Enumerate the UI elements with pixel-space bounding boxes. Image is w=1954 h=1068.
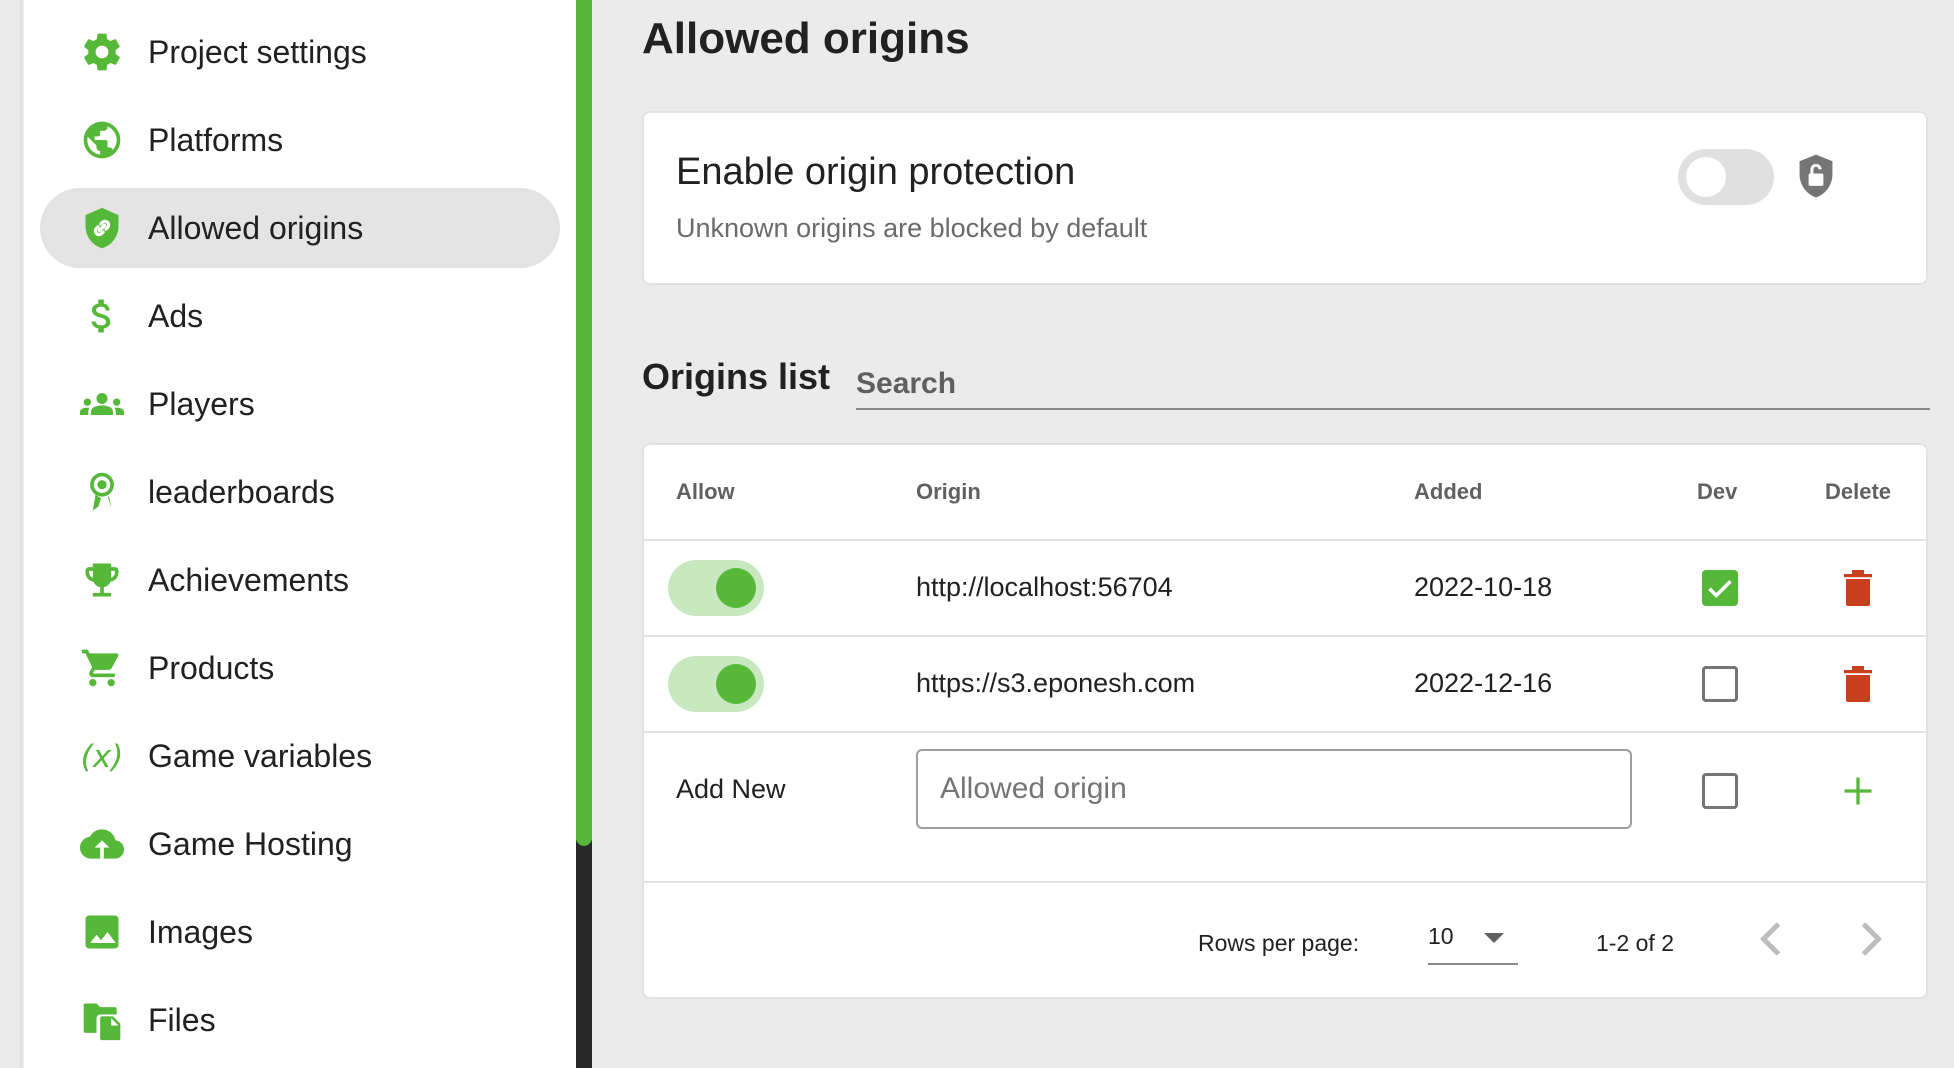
toggle-knob <box>1686 157 1726 197</box>
cart-icon <box>80 646 124 690</box>
sidebar-item-achievements[interactable]: Achievements <box>40 540 560 620</box>
pagination-range: 1-2 of 2 <box>1596 930 1674 956</box>
sidebar-item-label: Images <box>148 913 253 950</box>
globe-icon <box>80 118 124 162</box>
previous-page-button[interactable] <box>1756 919 1786 959</box>
added-cell: 2022-12-16 <box>1414 668 1553 698</box>
sidebar-item-allowed-origins[interactable]: Allowed origins <box>40 188 560 268</box>
main-content: Allowed origins Enable origin protection… <box>592 0 1954 1068</box>
sidebar-item-label: Game variables <box>148 737 373 774</box>
delete-button[interactable] <box>1844 570 1872 606</box>
sidebar-item-images[interactable]: Images <box>40 892 560 972</box>
origins-list-title: Origins list <box>642 356 831 397</box>
origin-cell: https://s3.eponesh.com <box>916 668 1196 698</box>
divider <box>644 881 1926 883</box>
column-header-added: Added <box>1414 479 1483 504</box>
sidebar-item-label: Files <box>148 1001 216 1038</box>
toggle-knob <box>716 568 756 608</box>
sidebar-item-label: Project settings <box>148 33 367 70</box>
scrollbar-thumb[interactable] <box>576 0 592 846</box>
sidebar-item-project-settings[interactable]: Project settings <box>40 12 560 92</box>
trash-icon <box>1844 666 1872 702</box>
left-edge <box>0 0 22 1068</box>
shield-unlock-icon <box>1796 153 1836 199</box>
sidebar-item-game-hosting[interactable]: Game Hosting <box>40 804 560 884</box>
sidebar-scrollbar[interactable] <box>576 0 592 1068</box>
trophy-icon <box>80 558 124 602</box>
image-icon <box>80 910 124 954</box>
group-icon <box>80 382 124 426</box>
search-input[interactable] <box>856 360 1930 410</box>
column-header-delete: Delete <box>1825 479 1892 504</box>
protection-title: Enable origin protection <box>676 151 1076 193</box>
allow-toggle[interactable] <box>668 656 764 712</box>
sidebar-item-products[interactable]: Products <box>40 628 560 708</box>
caret-down-icon <box>1484 933 1504 943</box>
origin-cell: http://localhost:56704 <box>916 572 1173 602</box>
sidebar-item-players[interactable]: Players <box>40 364 560 444</box>
toggle-knob <box>716 664 756 704</box>
rows-per-page-select[interactable]: 10 <box>1428 919 1518 965</box>
sidebar-item-label: leaderboards <box>148 473 335 510</box>
sidebar-item-label: Platforms <box>148 121 284 158</box>
origin-protection-card: Enable origin protection Unknown origins… <box>642 111 1928 285</box>
sidebar-item-platforms[interactable]: Platforms <box>40 100 560 180</box>
added-cell: 2022-10-18 <box>1414 572 1553 602</box>
sidebar-item-label: Players <box>148 385 255 422</box>
dev-checkbox[interactable] <box>1702 570 1738 606</box>
dev-checkbox[interactable] <box>1702 666 1738 702</box>
chevron-right-icon <box>1861 922 1883 956</box>
plus-icon <box>1844 777 1872 805</box>
column-header-origin: Origin <box>916 479 981 504</box>
allow-toggle[interactable] <box>668 560 764 616</box>
check-icon <box>1708 579 1732 599</box>
sidebar-item-label: Game Hosting <box>148 825 353 862</box>
divider <box>644 731 1926 733</box>
divider <box>644 539 1926 541</box>
shield-link-icon <box>80 206 124 250</box>
gear-icon <box>80 30 124 74</box>
cloud-upload-icon <box>80 822 124 866</box>
origin-protection-toggle[interactable] <box>1678 149 1774 205</box>
sidebar-item-label: Products <box>148 649 275 686</box>
rows-per-page-value: 10 <box>1428 923 1454 949</box>
column-header-dev: Dev <box>1697 479 1738 504</box>
add-new-label: Add New <box>676 774 786 804</box>
sidebar-item-files[interactable]: Files <box>40 980 560 1060</box>
origins-table: Allow Origin Added Dev Delete http://loc… <box>642 443 1928 999</box>
chevron-left-icon <box>1759 922 1781 956</box>
award-ribbon-icon <box>80 470 124 514</box>
column-header-allow: Allow <box>676 479 735 504</box>
rows-per-page-label: Rows per page: <box>1198 930 1360 956</box>
next-page-button[interactable] <box>1856 919 1886 959</box>
svg-text:(x): (x) <box>81 739 124 775</box>
new-dev-checkbox[interactable] <box>1702 773 1738 809</box>
divider <box>644 635 1926 637</box>
variable-x-icon: (x) <box>80 734 124 778</box>
files-icon <box>80 998 124 1042</box>
sidebar: Project settings Platforms Allowed origi… <box>24 0 576 1068</box>
add-origin-button[interactable] <box>1840 773 1876 809</box>
sidebar-item-game-variables[interactable]: (x) Game variables <box>40 716 560 796</box>
delete-button[interactable] <box>1844 666 1872 702</box>
sidebar-item-leaderboards[interactable]: leaderboards <box>40 452 560 532</box>
protection-subtitle: Unknown origins are blocked by default <box>676 213 1148 243</box>
sidebar-item-label: Ads <box>148 297 204 334</box>
dollar-icon <box>80 294 124 338</box>
sidebar-item-ads[interactable]: Ads <box>40 276 560 356</box>
allowed-origin-input[interactable] <box>916 749 1632 829</box>
sidebar-item-label: Achievements <box>148 561 349 598</box>
sidebar-item-label: Allowed origins <box>148 209 364 246</box>
page-title: Allowed origins <box>642 14 970 63</box>
trash-icon <box>1844 570 1872 606</box>
